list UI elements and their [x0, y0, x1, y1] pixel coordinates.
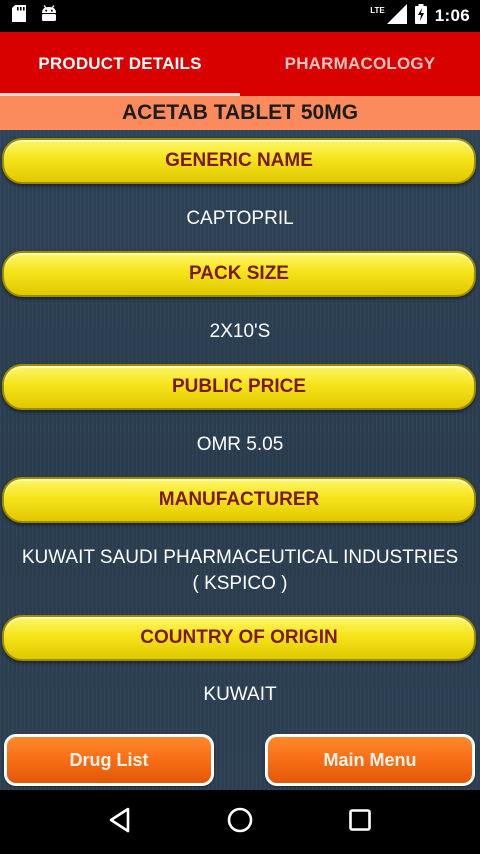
- product-title: ACETAB TABLET 50MG: [0, 96, 480, 130]
- tab-product-details[interactable]: PRODUCT DETAILS: [0, 32, 240, 96]
- status-left-icons: [12, 5, 58, 27]
- product-details-panel: GENERIC NAME CAPTOPRIL PACK SIZE 2X10'S …: [0, 130, 480, 790]
- status-clock: 1:06: [434, 6, 470, 25]
- battery-charging-icon: [414, 3, 427, 29]
- back-triangle-icon: [108, 807, 132, 838]
- pack-size-header: PACK SIZE: [2, 251, 476, 297]
- public-price-value: OMR 5.05: [196, 434, 284, 455]
- status-right-icons: LTE 1:06: [370, 3, 470, 29]
- back-button[interactable]: [90, 792, 150, 852]
- main-menu-button[interactable]: Main Menu: [265, 734, 475, 786]
- country-of-origin-value: KUWAIT: [203, 684, 277, 705]
- country-of-origin-header: COUNTRY OF ORIGIN: [2, 615, 476, 661]
- android-icon: [40, 5, 58, 27]
- manufacturer-value-line-1: KUWAIT SAUDI PHARMACEUTICAL INDUSTRIES: [21, 547, 459, 568]
- generic-name-header: GENERIC NAME: [2, 138, 476, 184]
- tab-bar: PRODUCT DETAILS PHARMACOLOGY: [0, 32, 480, 96]
- network-type: LTE: [370, 5, 385, 15]
- home-button[interactable]: [210, 792, 270, 852]
- generic-name-value: CAPTOPRIL: [186, 208, 294, 229]
- recents-button[interactable]: [330, 792, 390, 852]
- home-circle-icon: [226, 806, 254, 839]
- manufacturer-header: MANUFACTURER: [2, 477, 476, 523]
- manufacturer-value-line-2: ( KSPICO ): [192, 573, 288, 594]
- drug-list-button[interactable]: Drug List: [4, 734, 214, 786]
- pack-size-value: 2X10'S: [209, 321, 271, 342]
- public-price-header: PUBLIC PRICE: [2, 364, 476, 410]
- status-bar: LTE 1:06: [0, 0, 480, 32]
- recents-square-icon: [348, 808, 372, 837]
- sd-card-icon: [12, 5, 26, 27]
- tab-pharmacology[interactable]: PHARMACOLOGY: [240, 32, 480, 96]
- system-nav-bar: [0, 790, 480, 854]
- lte-signal-icon: [386, 3, 407, 29]
- product-details-screen: LTE 1:06 PRODUCT DETAILS PHARMACOLOGY AC…: [0, 0, 480, 854]
